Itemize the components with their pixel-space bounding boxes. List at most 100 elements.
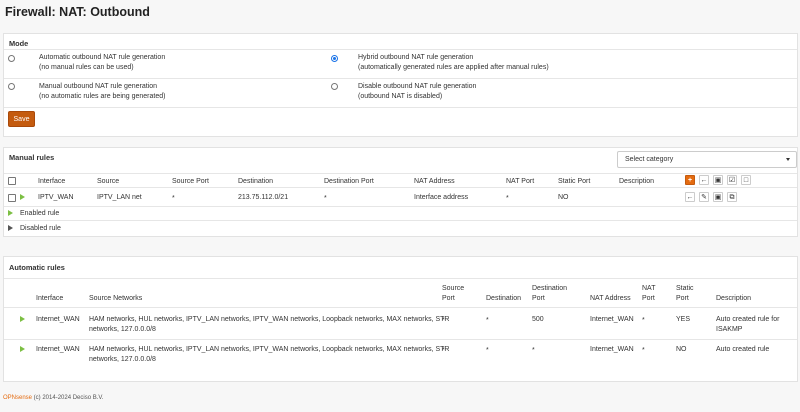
- cell-description-2: ISAKMP: [716, 326, 743, 333]
- cell-static-port: YES: [676, 316, 691, 323]
- select-rules-button[interactable]: □: [741, 175, 751, 185]
- mode-manual-sub: (no automatic rules are being generated): [39, 93, 166, 100]
- radio-hybrid[interactable]: [331, 55, 338, 62]
- col-static-port-2: Port: [676, 295, 689, 302]
- cell-source-networks: HAM networks, HUL networks, IPTV_LAN net…: [89, 346, 450, 353]
- divider: [4, 187, 797, 188]
- cell-nat-address: Interface address: [414, 194, 469, 201]
- cell-interface: Internet_WAN: [36, 346, 80, 353]
- cell-description: Auto created rule: [716, 346, 770, 353]
- enabled-rule-icon: [8, 210, 13, 216]
- footer-copyright: (c) 2014-2024: [32, 395, 73, 401]
- plus-icon: +: [687, 176, 693, 184]
- square-icon: □: [743, 176, 749, 184]
- cell-destination-port: 500: [532, 316, 544, 323]
- legend-disabled: Disabled rule: [20, 225, 61, 232]
- radio-automatic[interactable]: [8, 55, 15, 62]
- delete-selected-button[interactable]: ▣: [713, 175, 723, 185]
- manual-rules-heading: Manual rules: [9, 153, 55, 162]
- automatic-rules-heading: Automatic rules: [9, 263, 65, 272]
- mode-automatic-label: Automatic outbound NAT rule generation: [39, 54, 166, 61]
- cell-nat-port: *: [642, 317, 645, 324]
- divider: [4, 220, 797, 221]
- divider: [4, 49, 797, 50]
- automatic-rules-panel: Automatic rules Interface Source Network…: [3, 256, 798, 382]
- mode-hybrid-label: Hybrid outbound NAT rule generation: [358, 54, 474, 61]
- page-title: Firewall: NAT: Outbound: [5, 5, 150, 19]
- mode-panel: Mode Automatic outbound NAT rule generat…: [3, 33, 798, 137]
- trash-icon: ▣: [714, 176, 722, 184]
- pencil-icon: ✎: [701, 193, 707, 201]
- col-description: Description: [619, 178, 655, 185]
- col-source-port-2: Port: [442, 295, 455, 302]
- cell-static-port: NO: [676, 346, 687, 353]
- cell-destination-port: *: [532, 347, 535, 354]
- cell-destination: 213.75.112.0/21: [238, 194, 289, 201]
- divider: [4, 206, 797, 207]
- cell-interface: Internet_WAN: [36, 316, 80, 323]
- move-before-button[interactable]: ←: [685, 192, 695, 202]
- col-source-port: Source Port: [172, 178, 209, 185]
- chevron-down-icon: [786, 158, 790, 161]
- arrow-left-icon: ←: [700, 176, 708, 184]
- col-nat-port-2: Port: [642, 295, 655, 302]
- col-destination-port: Destination: [532, 285, 568, 292]
- cell-nat-port: *: [642, 347, 645, 354]
- footer-company-link[interactable]: Deciso B.V.: [73, 395, 104, 401]
- cell-nat-port: *: [506, 195, 509, 202]
- copy-icon: ⧉: [729, 193, 735, 201]
- delete-button[interactable]: ▣: [713, 192, 723, 202]
- edit-button[interactable]: ✎: [699, 192, 709, 202]
- radio-manual[interactable]: [8, 83, 15, 90]
- col-destination: Destination: [486, 295, 522, 302]
- footer-brand-link[interactable]: OPNsense: [3, 395, 32, 401]
- enabled-rule-icon: [20, 316, 25, 322]
- cell-nat-address: Internet_WAN: [590, 346, 634, 353]
- arrow-left-icon: ←: [686, 193, 694, 201]
- radio-disable[interactable]: [331, 83, 338, 90]
- row-checkbox[interactable]: [8, 194, 16, 202]
- footer: OPNsense (c) 2014-2024 Deciso B.V.: [3, 395, 104, 401]
- divider: [4, 307, 797, 308]
- col-static-port: Static Port: [558, 178, 591, 185]
- mode-heading: Mode: [9, 39, 29, 48]
- col-nat-address: NAT Address: [414, 178, 455, 185]
- col-nat-port: NAT: [642, 285, 656, 292]
- mode-disable-sub: (outbound NAT is disabled): [358, 93, 443, 100]
- divider: [4, 339, 797, 340]
- col-source: Source: [97, 178, 120, 185]
- select-all-checkbox[interactable]: [8, 177, 16, 185]
- check-square-icon: ☑: [728, 176, 736, 184]
- cell-source-port: *: [442, 317, 445, 324]
- category-select-value: Select category: [625, 156, 674, 163]
- add-rule-button[interactable]: +: [685, 175, 695, 185]
- cell-source-networks: HAM networks, HUL networks, IPTV_LAN net…: [89, 316, 450, 323]
- cell-interface: IPTV_WAN: [38, 194, 74, 201]
- save-button[interactable]: Save: [8, 111, 35, 127]
- clone-button[interactable]: ⧉: [727, 192, 737, 202]
- col-static-port: Static: [676, 285, 694, 292]
- col-description: Description: [716, 295, 752, 302]
- cell-source-port: *: [172, 195, 175, 202]
- cell-destination: *: [486, 347, 489, 354]
- col-destination: Destination: [238, 178, 274, 185]
- enabled-rule-icon: [20, 346, 25, 352]
- cell-source-networks-2: networks, 127.0.0.0/8: [89, 356, 156, 363]
- cell-destination: *: [486, 317, 489, 324]
- col-source-networks: Source Networks: [89, 295, 143, 302]
- divider: [4, 78, 797, 79]
- col-interface: Interface: [38, 178, 66, 185]
- mode-manual-label: Manual outbound NAT rule generation: [39, 83, 158, 90]
- divider: [4, 278, 797, 279]
- mode-disable-label: Disable outbound NAT rule generation: [358, 83, 477, 90]
- cell-description: Auto created rule for: [716, 316, 780, 323]
- col-nat-port: NAT Port: [506, 178, 535, 185]
- category-select[interactable]: Select category: [617, 151, 797, 168]
- toggle-selected-button[interactable]: ☑: [727, 175, 737, 185]
- divider: [4, 173, 797, 174]
- cell-source: IPTV_LAN net: [97, 194, 142, 201]
- back-button[interactable]: ←: [699, 175, 709, 185]
- divider: [4, 107, 797, 108]
- enabled-rule-icon[interactable]: [20, 194, 25, 200]
- trash-icon: ▣: [714, 193, 722, 201]
